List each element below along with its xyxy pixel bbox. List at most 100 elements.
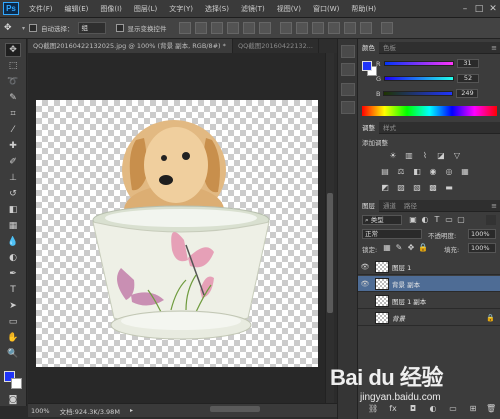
new-adjustment-layer-icon[interactable]: ◐: [428, 404, 438, 414]
layer-style-icon[interactable]: fx: [388, 404, 398, 414]
tab-channels[interactable]: 通道: [379, 200, 400, 212]
layer-row[interactable]: 背景 🔒: [358, 310, 500, 326]
tab-layers[interactable]: 图层: [358, 199, 379, 212]
align-middle-icon[interactable]: [194, 22, 207, 34]
menu-type[interactable]: 文字(Y): [163, 4, 199, 14]
history-panel-icon[interactable]: [341, 45, 355, 58]
menu-help[interactable]: 帮助(H): [345, 4, 382, 14]
selective-color-icon[interactable]: ▩: [428, 183, 438, 193]
lock-image-icon[interactable]: ✎: [394, 243, 404, 253]
green-channel-value[interactable]: 52: [457, 74, 480, 83]
lock-transparent-icon[interactable]: ▦: [382, 243, 392, 253]
character-panel-icon[interactable]: [341, 83, 355, 96]
background-color-swatch[interactable]: [11, 378, 22, 389]
menu-window[interactable]: 窗口(W): [307, 4, 345, 14]
move-tool-icon[interactable]: ✥: [4, 23, 18, 33]
distribute-bottom-icon[interactable]: [311, 22, 324, 34]
distribute-right-icon[interactable]: [359, 22, 372, 34]
dodge-tool-icon[interactable]: ◐: [5, 251, 21, 265]
align-center-icon[interactable]: [242, 22, 255, 34]
zoom-level[interactable]: 100%: [31, 407, 50, 415]
auto-select-checkbox[interactable]: [29, 24, 38, 32]
threshold-icon[interactable]: ▧: [412, 183, 422, 193]
menu-edit[interactable]: 编辑(E): [59, 4, 95, 14]
healing-brush-tool-icon[interactable]: ✚: [5, 139, 21, 153]
clone-stamp-tool-icon[interactable]: ⊥: [5, 171, 21, 185]
tab-styles[interactable]: 样式: [379, 122, 400, 134]
exposure-icon[interactable]: ◪: [436, 151, 446, 161]
eyedropper-tool-icon[interactable]: ⁄: [5, 123, 21, 137]
menu-view[interactable]: 视图(V): [271, 4, 307, 14]
green-channel-slider[interactable]: [384, 76, 455, 81]
zoom-tool-icon[interactable]: 🔍: [5, 347, 21, 361]
color-lookup-icon[interactable]: ▦: [460, 167, 470, 177]
vertical-scrollbar-thumb[interactable]: [327, 193, 333, 313]
levels-icon[interactable]: ▥: [404, 151, 414, 161]
filter-pixel-icon[interactable]: ▣: [408, 215, 418, 225]
blue-channel-slider[interactable]: [383, 91, 454, 96]
tab-color[interactable]: 颜色: [358, 41, 379, 54]
distribute-middle-icon[interactable]: [295, 22, 308, 34]
posterize-icon[interactable]: ▨: [396, 183, 406, 193]
paragraph-panel-icon[interactable]: [341, 101, 355, 114]
show-transform-checkbox[interactable]: [115, 24, 124, 32]
menu-layer[interactable]: 图层(L): [128, 4, 163, 14]
color-spectrum-bar[interactable]: [362, 106, 497, 116]
link-layers-icon[interactable]: ⛓: [368, 404, 378, 414]
auto-select-dropdown[interactable]: 组: [77, 22, 106, 34]
quick-select-tool-icon[interactable]: ✎: [5, 91, 21, 105]
menu-image[interactable]: 图像(I): [94, 4, 128, 14]
hand-tool-icon[interactable]: ✋: [5, 331, 21, 345]
lock-all-icon[interactable]: 🔒: [418, 243, 428, 253]
channel-mixer-icon[interactable]: ◎: [444, 167, 454, 177]
distribute-top-icon[interactable]: [279, 22, 292, 34]
vibrance-icon[interactable]: ▽: [452, 151, 462, 161]
status-menu-chevron-icon[interactable]: ▸: [130, 407, 133, 414]
menu-file[interactable]: 文件(F): [23, 4, 59, 14]
blur-tool-icon[interactable]: 💧: [5, 235, 21, 249]
tab-adjustments[interactable]: 调整: [358, 121, 379, 134]
horizontal-scrollbar-thumb[interactable]: [210, 406, 260, 412]
lasso-tool-icon[interactable]: ➰: [5, 75, 21, 89]
panel-menu-icon[interactable]: ≡: [491, 202, 500, 210]
document-canvas[interactable]: [36, 100, 318, 367]
new-layer-icon[interactable]: ⊞: [468, 404, 478, 414]
layer-row[interactable]: 图层 1 副本: [358, 293, 500, 309]
tab-swatches[interactable]: 色板: [379, 42, 400, 54]
distribute-left-icon[interactable]: [327, 22, 340, 34]
eraser-tool-icon[interactable]: ◧: [5, 203, 21, 217]
layer-filter-dropdown[interactable]: ⌕ 类型: [362, 215, 402, 225]
pen-tool-icon[interactable]: ✒: [5, 267, 21, 281]
properties-panel-icon[interactable]: [341, 63, 355, 76]
add-mask-icon[interactable]: ◘: [408, 404, 418, 414]
close-window-button[interactable]: ✕: [486, 3, 500, 15]
layer-row[interactable]: 👁 图层 1: [358, 259, 500, 275]
filter-smart-object-icon[interactable]: ▢: [456, 215, 466, 225]
lock-position-icon[interactable]: ✥: [406, 243, 416, 253]
delete-layer-icon[interactable]: 🗑: [486, 404, 496, 414]
align-right-icon[interactable]: [258, 22, 271, 34]
vertical-scrollbar[interactable]: [325, 53, 334, 403]
invert-icon[interactable]: ◩: [380, 183, 390, 193]
path-selection-tool-icon[interactable]: ➤: [5, 299, 21, 313]
color-balance-icon[interactable]: ⚖: [396, 167, 406, 177]
curves-icon[interactable]: ⌇: [420, 151, 430, 161]
blue-channel-value[interactable]: 249: [456, 89, 479, 98]
red-channel-value[interactable]: 31: [456, 59, 479, 68]
tab-paths[interactable]: 路径: [400, 200, 421, 212]
tab-active-document[interactable]: QQ截图20160422132025.jpg @ 100% (背景 副本, RG…: [28, 39, 233, 53]
brightness-contrast-icon[interactable]: ☀: [388, 151, 398, 161]
gradient-tool-icon[interactable]: ▦: [5, 219, 21, 233]
filter-type-icon[interactable]: T: [432, 215, 442, 225]
panel-menu-icon[interactable]: ≡: [491, 44, 500, 52]
type-tool-icon[interactable]: T: [5, 283, 21, 297]
visibility-eye-icon[interactable]: 👁: [358, 263, 372, 271]
new-group-icon[interactable]: ▭: [448, 404, 458, 414]
filter-toggle-icon[interactable]: [486, 215, 496, 225]
crop-tool-icon[interactable]: ⌗: [5, 107, 21, 121]
color-panel-foreground-swatch[interactable]: [362, 61, 372, 71]
black-white-icon[interactable]: ◧: [412, 167, 422, 177]
blend-mode-dropdown[interactable]: 正常: [362, 229, 422, 239]
tool-preset-chevron-icon[interactable]: ▾: [22, 25, 25, 32]
menu-filter[interactable]: 滤镜(T): [235, 4, 271, 14]
